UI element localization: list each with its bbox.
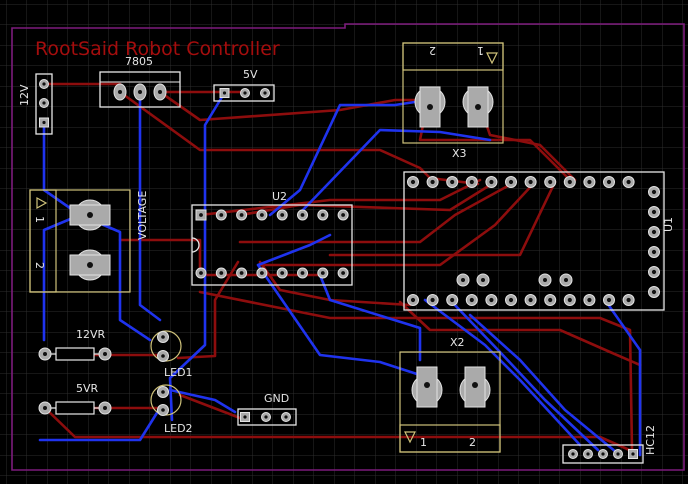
ic-u2-pad-hole: [280, 213, 285, 217]
module-u1-pad-hole: [410, 179, 416, 185]
ic-u2-pad-hole: [341, 271, 345, 275]
terminal-voltage-pin1: 1: [33, 216, 46, 223]
module-u1-pad-hole: [606, 297, 612, 303]
module-u1-pad-hole: [528, 297, 533, 303]
ic-u2-pad-hole: [239, 271, 244, 275]
ic-u2-pad-hole: [260, 213, 264, 217]
ic-u2-label: U2: [272, 190, 287, 203]
module-u1-pad-hole: [450, 179, 455, 185]
module-u1-pad-hole: [508, 179, 514, 185]
board-title: RootSaid Robot Controller: [35, 38, 280, 60]
ic-u2-pad-hole: [341, 213, 345, 217]
regulator-label: 7805: [125, 55, 153, 68]
header-hc12-label: HC12: [644, 425, 657, 455]
module-u1-pad-hole: [567, 297, 572, 303]
terminal-x3-label: X3: [452, 147, 467, 160]
ic-u2-pad-hole: [219, 271, 224, 275]
module-u1-pad-hole: [587, 179, 592, 185]
ic-u2-pad-hole: [239, 213, 244, 217]
module-u1-pad-hole: [548, 297, 553, 303]
module-u1-pad-hole: [508, 297, 514, 303]
terminal-x2-label: X2: [450, 336, 465, 349]
module-u1-pad-hole: [587, 297, 592, 303]
module-u1-pad-hole: [651, 289, 657, 295]
pcb-board: RootSaid Robot Controller 12V 7805 5V X3…: [0, 0, 688, 484]
module-u1-pad-hole: [489, 179, 494, 185]
module-u1-pad-hole: [548, 179, 553, 185]
module-u1-pad-hole: [450, 297, 455, 303]
ic-u2-pad-hole: [300, 271, 305, 275]
terminal-x2-pin1: 1: [420, 436, 427, 449]
ic-u2-pad-hole: [320, 271, 325, 275]
led-1-label: LED1: [164, 366, 193, 379]
led-2-label: LED2: [164, 422, 193, 435]
ic-u2-pad-hole: [199, 271, 203, 275]
ic-u2-pad-hole: [320, 213, 325, 217]
module-u1-pad-hole: [430, 179, 435, 185]
ic-u2-pad-hole: [199, 213, 203, 217]
terminal-x3-pin1: 1: [477, 44, 484, 57]
ic-u2-pad-hole: [300, 213, 305, 217]
module-u1-pad-hole: [489, 297, 494, 303]
terminal-voltage-pin2: 2: [33, 262, 46, 269]
module-u1-pad-hole: [651, 269, 657, 275]
module-u1-pad-hole: [606, 179, 612, 185]
module-u1-pad-hole: [626, 179, 631, 185]
header-gnd-label: GND: [264, 392, 289, 405]
module-u1-pad-hole: [651, 249, 657, 255]
module-u1-pad-hole: [430, 297, 435, 303]
ic-u2-pad-hole: [280, 271, 285, 275]
module-u1-pad-hole: [469, 179, 474, 185]
header-5v-label: 5V: [243, 68, 258, 81]
resistor-5vr-label: 5VR: [76, 382, 99, 395]
terminal-voltage-label: VOLTAGE: [136, 191, 149, 240]
module-u1-label: U1: [662, 217, 675, 232]
module-u1-pad-hole: [567, 179, 572, 185]
module-u1-pad-hole: [469, 297, 474, 303]
module-u1-pad-hole: [626, 297, 631, 303]
module-u1-pad-hole: [410, 297, 416, 303]
header-12v-label: 12V: [18, 84, 31, 106]
module-u1-pad-hole: [528, 179, 533, 185]
ic-u2-pad-hole: [260, 271, 264, 275]
module-u1-pad-hole: [651, 189, 657, 195]
resistor-12vr-label: 12VR: [76, 328, 106, 341]
module-u1-pad-hole: [651, 229, 657, 235]
ic-u2-pad-hole: [219, 213, 224, 217]
terminal-x2-pin2: 2: [469, 436, 476, 449]
module-u1-pad-hole: [651, 209, 657, 215]
terminal-x3-pin2: 2: [429, 44, 436, 57]
